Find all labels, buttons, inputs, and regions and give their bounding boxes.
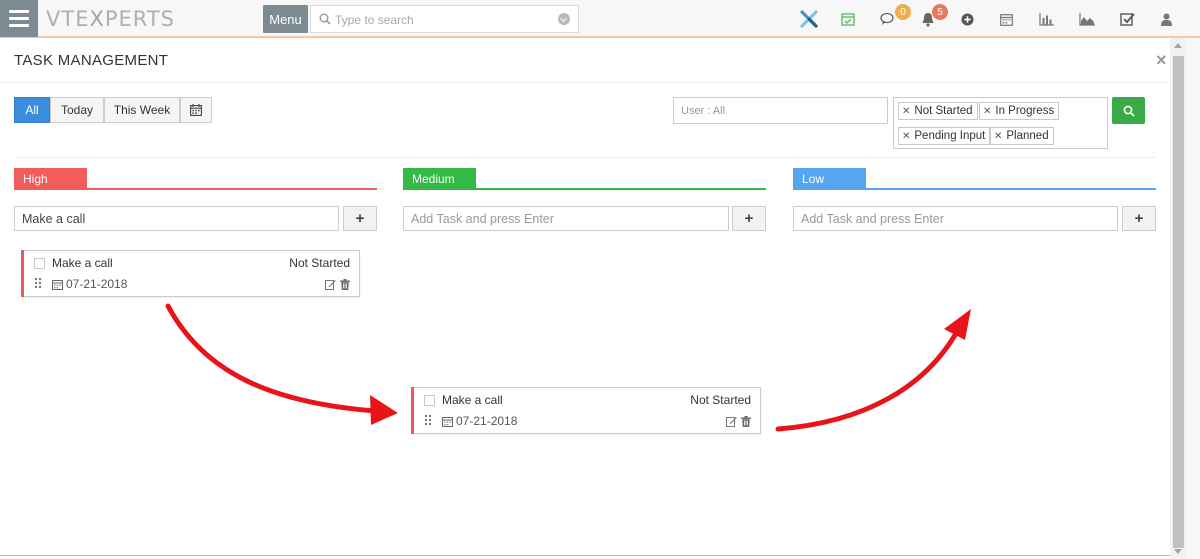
filter-today-button[interactable]: Today	[50, 97, 104, 123]
vtiger-x-icon[interactable]	[800, 10, 818, 28]
filter-all-button[interactable]: All	[14, 97, 50, 123]
top-navbar: VTEXPERTS Menu Type to search 0 5	[0, 0, 1200, 38]
task-checkbox[interactable]	[424, 395, 435, 406]
task-due-date: 07-21-2018	[442, 414, 517, 428]
logo-x: X	[89, 7, 105, 31]
drag-handle-icon[interactable]	[34, 277, 42, 289]
hamburger-menu-icon[interactable]	[0, 0, 38, 37]
calendar-icon	[190, 104, 202, 116]
search-icon	[1123, 105, 1135, 117]
edit-icon[interactable]	[726, 416, 737, 427]
add-task-field-high[interactable]	[14, 206, 339, 231]
chat-count-badge: 0	[895, 4, 911, 20]
search-button[interactable]	[1112, 97, 1145, 124]
remove-tag-icon[interactable]: ✕	[983, 106, 991, 117]
column-high-header: High	[14, 168, 377, 192]
notification-count-badge: 5	[932, 4, 948, 20]
add-task-button-high[interactable]: +	[343, 206, 377, 231]
drag-handle-icon[interactable]	[424, 414, 432, 426]
add-task-button-medium[interactable]: +	[732, 206, 766, 231]
user-icon[interactable]	[1157, 10, 1175, 28]
calendar-check-icon[interactable]	[839, 10, 857, 28]
arrow-head	[944, 309, 971, 340]
arrow-head	[370, 395, 398, 425]
filter-this-week-button[interactable]: This Week	[104, 97, 180, 123]
area-chart-icon[interactable]	[1078, 10, 1096, 28]
scroll-up-icon[interactable]	[1174, 43, 1182, 48]
menu-button[interactable]: Menu	[263, 5, 308, 33]
close-icon[interactable]: ×	[1156, 50, 1167, 71]
calendar-icon[interactable]	[997, 10, 1015, 28]
calendar-icon	[52, 279, 63, 290]
column-underline	[793, 188, 1156, 190]
status-tag-pending-input[interactable]: ✕ Pending Input	[898, 127, 991, 145]
arrow-high-to-medium	[165, 303, 378, 414]
column-underline	[14, 188, 377, 190]
tasks-icon[interactable]	[1118, 10, 1136, 28]
plus-circle-icon[interactable]	[958, 10, 976, 28]
column-low-header: Low	[793, 168, 1156, 192]
remove-tag-icon[interactable]: ✕	[994, 131, 1002, 142]
column-underline	[403, 188, 766, 190]
search-icon	[319, 13, 331, 25]
search-dropdown-icon[interactable]	[558, 13, 570, 25]
add-task-input[interactable]	[411, 211, 728, 226]
task-checkbox[interactable]	[34, 258, 45, 269]
task-status: Not Started	[690, 393, 751, 407]
vertical-scrollbar[interactable]	[1170, 38, 1187, 559]
divider	[14, 157, 1156, 158]
task-name: Make a call	[52, 256, 113, 270]
add-task-field-low[interactable]	[793, 206, 1118, 231]
divider	[0, 555, 1170, 556]
trash-icon[interactable]	[741, 416, 751, 427]
scroll-down-icon[interactable]	[1174, 549, 1182, 554]
user-filter-select[interactable]: User : All	[673, 97, 888, 124]
window-gutter	[1187, 38, 1200, 559]
status-filter-multiselect[interactable]: ✕ Not Started ✕ In Progress ✕ Pending Input…	[893, 97, 1108, 149]
page-title: TASK MANAGEMENT	[14, 52, 169, 69]
trash-icon[interactable]	[340, 279, 350, 290]
remove-tag-icon[interactable]: ✕	[902, 106, 910, 117]
divider	[0, 82, 1170, 83]
status-tag-planned[interactable]: ✕ Planned	[990, 127, 1054, 145]
add-task-input[interactable]	[22, 211, 338, 226]
date-picker-button[interactable]	[180, 97, 212, 123]
column-medium-header: Medium	[403, 168, 766, 192]
task-name: Make a call	[442, 393, 503, 407]
add-task-input[interactable]	[801, 211, 1117, 226]
status-tag-in-progress[interactable]: ✕ In Progress	[979, 102, 1060, 120]
calendar-icon	[442, 416, 453, 427]
task-card-dragging[interactable]: Make a call Not Started 07-21-2018	[411, 387, 761, 434]
add-task-field-medium[interactable]	[403, 206, 729, 231]
task-card[interactable]: Make a call Not Started 07-21-2018	[21, 250, 360, 297]
bar-chart-icon[interactable]	[1037, 10, 1055, 28]
task-due-date: 07-21-2018	[52, 277, 127, 291]
app-logo[interactable]: VTEXPERTS	[46, 7, 175, 31]
global-search	[310, 5, 579, 33]
scrollbar-thumb[interactable]	[1173, 56, 1184, 548]
edit-icon[interactable]	[325, 279, 336, 290]
column-label: Medium	[403, 168, 476, 190]
remove-tag-icon[interactable]: ✕	[902, 131, 910, 142]
column-label: Low	[793, 168, 866, 190]
search-input[interactable]	[335, 11, 550, 28]
column-label: High	[14, 168, 87, 190]
arrow-medium-to-low	[775, 332, 958, 432]
add-task-button-low[interactable]: +	[1122, 206, 1156, 231]
status-tag-not-started[interactable]: ✕ Not Started	[898, 102, 978, 120]
task-status: Not Started	[289, 256, 350, 270]
